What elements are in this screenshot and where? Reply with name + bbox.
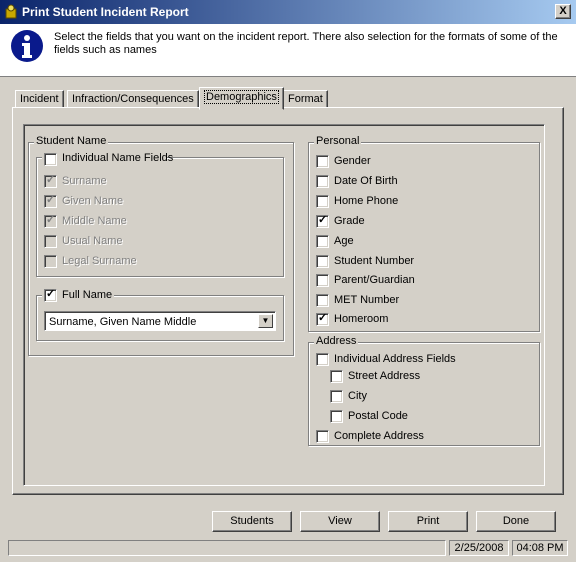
status-time: 04:08 PM — [512, 540, 568, 556]
print-button[interactable]: Print — [388, 511, 468, 532]
date-of-birth-label: Date Of Birth — [334, 175, 398, 187]
gender-checkbox[interactable] — [316, 155, 329, 168]
home-phone-label: Home Phone — [334, 195, 399, 207]
tab-incident[interactable]: Incident — [15, 90, 64, 108]
info-header: Select the fields that you want on the i… — [0, 24, 576, 77]
complete-address-label: Complete Address — [334, 430, 424, 442]
individual-address-label: Individual Address Fields — [334, 353, 456, 365]
city-label: City — [348, 390, 367, 402]
city-checkbox[interactable] — [330, 390, 343, 403]
surname-checkbox[interactable]: ✓ — [44, 174, 57, 188]
personal-legend: Personal — [314, 135, 362, 147]
info-icon — [11, 30, 43, 62]
grade-checkbox[interactable]: ✓ — [316, 214, 329, 228]
street-address-label: Street Address — [348, 370, 421, 382]
title-bar: Print Student Incident Report X — [0, 0, 576, 24]
usual-name-label: Usual Name — [62, 235, 123, 247]
date-of-birth-checkbox[interactable] — [316, 175, 329, 188]
age-checkbox[interactable] — [316, 235, 329, 248]
full-name-checkbox[interactable]: ✓ — [44, 288, 57, 302]
address-legend: Address — [314, 335, 359, 347]
met-number-checkbox[interactable] — [316, 294, 329, 307]
individual-address-checkbox[interactable] — [316, 353, 329, 366]
parent-guardian-label: Parent/Guardian — [334, 274, 415, 286]
surname-label: Surname — [62, 175, 107, 187]
full-name-label: Full Name — [62, 289, 113, 301]
parent-guardian-checkbox[interactable] — [316, 274, 329, 287]
given-name-label: Given Name — [62, 195, 124, 207]
done-button[interactable]: Done — [476, 511, 556, 532]
tab-infraction-consequences[interactable]: Infraction/Consequences — [67, 90, 199, 108]
grade-label: Grade — [334, 215, 365, 227]
met-number-label: MET Number — [334, 294, 400, 306]
homeroom-checkbox[interactable]: ✓ — [316, 312, 329, 326]
complete-address-checkbox[interactable] — [316, 430, 329, 443]
info-text: Select the fields that you want on the i… — [54, 31, 558, 56]
status-message — [8, 540, 446, 556]
legal-surname-label: Legal Surname — [62, 255, 137, 267]
postal-code-label: Postal Code — [348, 410, 408, 422]
student-name-legend: Student Name — [34, 135, 109, 147]
given-name-checkbox[interactable]: ✓ — [44, 194, 57, 208]
usual-name-checkbox[interactable] — [44, 235, 57, 248]
home-phone-checkbox[interactable] — [316, 195, 329, 208]
view-button[interactable]: View — [300, 511, 380, 532]
middle-name-checkbox[interactable]: ✓ — [44, 214, 57, 228]
age-label: Age — [334, 235, 354, 247]
full-name-format-select[interactable]: Surname, Given Name Middle ▼ — [44, 311, 276, 331]
middle-name-label: Middle Name — [62, 215, 127, 227]
gender-label: Gender — [334, 155, 371, 167]
individual-name-label: Individual Name Fields — [62, 152, 174, 164]
full-name-format-value: Surname, Given Name Middle — [49, 316, 197, 328]
window-title: Print Student Incident Report — [22, 5, 189, 19]
student-number-label: Student Number — [334, 255, 415, 267]
students-button[interactable]: Students — [212, 511, 292, 532]
individual-name-checkbox[interactable] — [44, 153, 57, 166]
street-address-checkbox[interactable] — [330, 370, 343, 383]
student-number-checkbox[interactable] — [316, 255, 329, 268]
legal-surname-checkbox[interactable] — [44, 255, 57, 268]
postal-code-checkbox[interactable] — [330, 410, 343, 423]
chevron-down-icon[interactable]: ▼ — [258, 314, 273, 328]
app-icon — [5, 4, 17, 19]
homeroom-label: Homeroom — [334, 313, 389, 325]
status-date: 2/25/2008 — [449, 540, 509, 556]
tab-demographics[interactable]: Demographics — [199, 87, 284, 110]
close-button[interactable]: X — [555, 4, 571, 19]
tab-format[interactable]: Format — [283, 90, 328, 108]
